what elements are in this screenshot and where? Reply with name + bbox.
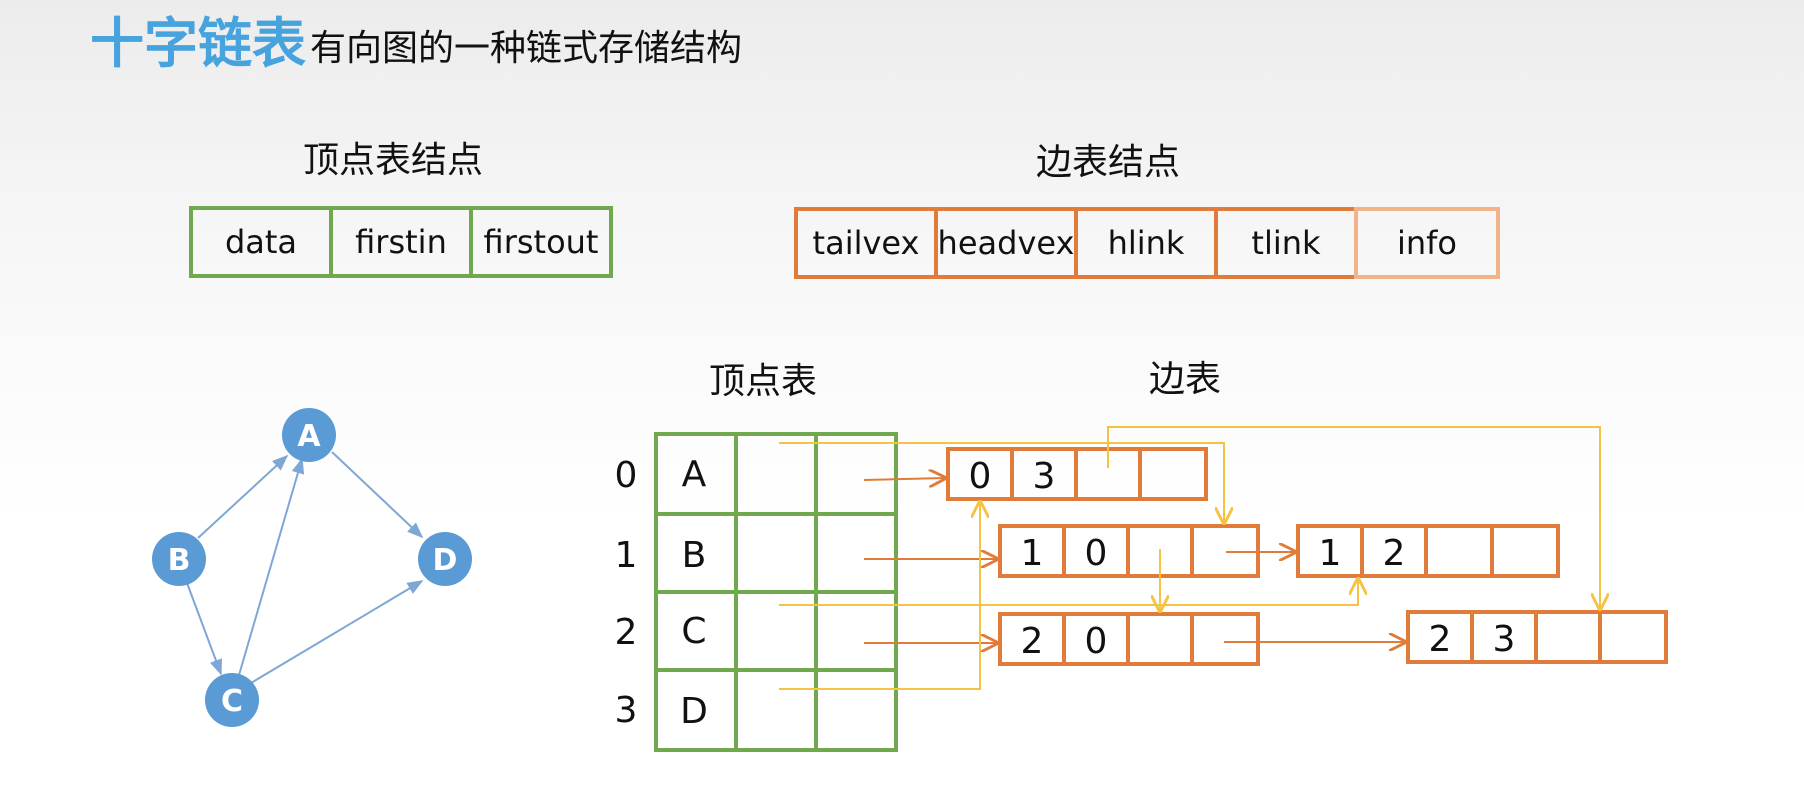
edge-node-2-3: 2 3 [1406, 610, 1668, 664]
edge-cell-hlink [1534, 610, 1602, 664]
edge-tail-value: 2 [1021, 621, 1044, 662]
vertex-cell-firstout-0 [814, 432, 898, 516]
edge-tail-value: 0 [969, 456, 992, 497]
edge-table: 0 3 1 0 1 2 2 0 2 3 [946, 447, 1668, 666]
vertex-data-3: D [680, 691, 708, 732]
vertex-cell-firstin-2 [734, 590, 818, 672]
graph-edge-b-c [186, 582, 222, 676]
edge-node-2-0: 2 0 [998, 612, 1260, 666]
vertex-cell-firstin-1 [734, 512, 818, 594]
edge-head-value: 2 [1383, 533, 1406, 574]
edge-cell-hlink [1126, 612, 1194, 666]
vertex-index-3: 3 [615, 690, 638, 731]
edge-head-value: 0 [1085, 621, 1108, 662]
vertex-node-heading: 顶点表结点 [303, 140, 483, 181]
firstin-arrow-a [779, 442, 1224, 523]
hlink-arrow-0-3 [1107, 426, 1600, 609]
page-subtitle: 有向图的一种链式存储结构 [310, 28, 742, 69]
vertex-cell-firstin-3 [734, 668, 818, 752]
edge-node-1-0: 1 0 [998, 524, 1260, 578]
edge-cell-tlink [1490, 524, 1560, 578]
edge-node-structure: tailvex headvex hlink tlink info [794, 207, 1500, 279]
edge-tail-value: 2 [1429, 619, 1452, 660]
diagram-canvas: 十字链表 有向图的一种链式存储结构 顶点表结点 边表结点 data firsti… [90, 12, 1668, 752]
vertex-data-1: B [682, 535, 707, 576]
graph-edge-c-d [250, 580, 424, 684]
field-firstin: firstin [355, 223, 447, 261]
edge-node-1-2: 1 2 [1296, 524, 1560, 578]
vertex-index-0: 0 [615, 455, 638, 496]
field-firstout: firstout [484, 223, 599, 261]
edge-head-value: 3 [1493, 619, 1516, 660]
vertex-cell-firstout-2 [814, 590, 898, 672]
graph-edge-a-d [331, 451, 424, 539]
edge-tail-value: 1 [1319, 533, 1342, 574]
firstin-arrow-d [779, 502, 980, 690]
edge-tail-value: 1 [1021, 533, 1044, 574]
vertex-index-1: 1 [615, 535, 638, 576]
vertex-cell-firstout-3 [814, 668, 898, 752]
edge-cell-tlink [1138, 447, 1208, 501]
edge-head-value: 0 [1085, 533, 1108, 574]
page-title: 十字链表 [90, 12, 306, 75]
edge-node-0-3: 0 3 [946, 447, 1208, 501]
field-data: data [225, 223, 297, 261]
graph-edge-b-a [197, 454, 289, 539]
vertex-index-2: 2 [615, 612, 638, 653]
firstout-arrow-a [863, 478, 945, 480]
field-tailvex: tailvex [813, 224, 920, 262]
vertex-data-2: C [681, 611, 706, 652]
directed-graph: A B C D [152, 408, 472, 727]
edge-table-heading: 边表 [1149, 359, 1221, 400]
field-info: info [1397, 224, 1457, 262]
vertex-table-heading: 顶点表 [709, 361, 817, 402]
graph-node-label-b: B [168, 543, 191, 578]
edge-node-heading: 边表结点 [1036, 142, 1180, 183]
edge-cell-hlink [1424, 524, 1494, 578]
edge-cell-tlink [1598, 610, 1668, 664]
vertex-data-0: A [682, 454, 707, 495]
field-hlink: hlink [1108, 224, 1185, 262]
vertex-node-structure: data firstin firstout [189, 206, 613, 278]
field-tlink: tlink [1251, 224, 1321, 262]
edge-head-value: 3 [1033, 456, 1056, 497]
field-headvex: headvex [938, 224, 1075, 262]
graph-node-label-c: C [221, 684, 243, 719]
vertex-table: 0 1 2 3 A B C D [615, 432, 898, 752]
edge-cell-tlink [1190, 612, 1260, 666]
vertex-cell-firstin-0 [734, 432, 818, 516]
vertex-cell-firstout-1 [814, 512, 898, 594]
graph-node-label-a: A [297, 419, 321, 454]
graph-node-label-d: D [433, 543, 458, 578]
